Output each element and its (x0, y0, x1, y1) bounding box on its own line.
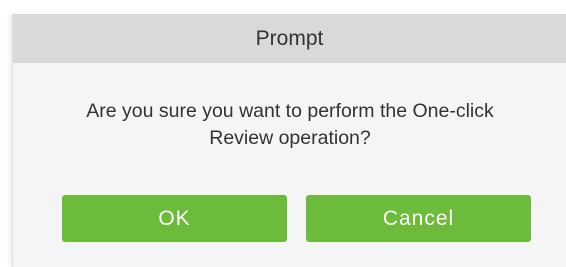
prompt-dialog: Prompt Are you sure you want to perform … (12, 14, 566, 267)
cancel-button[interactable]: Cancel (306, 195, 531, 242)
dialog-message-line-2: Review operation? (209, 127, 371, 149)
ok-button-label: OK (158, 206, 191, 230)
dialog-title-bar: Prompt (13, 14, 566, 63)
dialog-message: Are you sure you want to perform the One… (13, 98, 566, 152)
ok-button[interactable]: OK (62, 195, 287, 242)
cancel-button-label: Cancel (382, 206, 455, 230)
dialog-message-line-1: Are you sure you want to perform the One… (86, 100, 494, 122)
dialog-title: Prompt (255, 26, 324, 50)
